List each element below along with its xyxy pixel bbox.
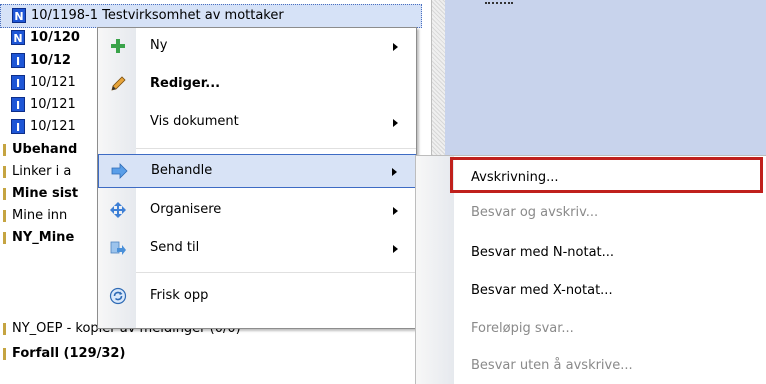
menu-item-label: Frisk opp	[150, 288, 209, 303]
list-row-text: 10/1198-1 Testvirksomhet av mottaker	[31, 8, 284, 23]
n-badge-icon: N	[12, 8, 26, 23]
menu-item-label: Ny	[150, 38, 168, 53]
add-plus-icon	[111, 39, 125, 53]
list-row-text: 10/121	[30, 119, 76, 134]
submenu-item-forelopig-svar[interactable]: Foreløpig svar...	[416, 312, 766, 346]
submenu-item-besvar-x-notat[interactable]: Besvar med X-notat...	[416, 274, 766, 308]
submenu-arrow-icon	[393, 119, 398, 127]
submenu-item-label: Besvar og avskriv...	[471, 205, 599, 220]
menu-item-send-til[interactable]: Send til	[98, 232, 416, 266]
submenu-item-label: Besvar med X-notat...	[471, 283, 613, 298]
folder-label: Mine sist	[12, 186, 79, 201]
list-row-selected[interactable]: N 10/1198-1 Testvirksomhet av mottaker	[0, 4, 422, 28]
menu-item-label: Vis dokument	[150, 114, 239, 129]
list-row-text: 10/120	[30, 30, 80, 45]
list-row-text: 10/121	[30, 97, 76, 112]
submenu-item-label: Foreløpig svar...	[471, 321, 574, 336]
splitter-bar[interactable]	[431, 0, 446, 155]
menu-separator	[136, 272, 416, 273]
menu-item-ny[interactable]: Ny	[98, 30, 416, 64]
submenu-arrow-icon	[393, 43, 398, 51]
submenu-item-label: Besvar med N-notat...	[471, 245, 615, 260]
folder-label: Ubehand	[12, 142, 78, 157]
submenu-arrow-icon	[393, 207, 398, 215]
submenu-item-besvar-n-notat[interactable]: Besvar med N-notat...	[416, 236, 766, 270]
pencil-icon	[111, 76, 126, 91]
preview-panel	[445, 0, 766, 155]
n-badge-icon: N	[11, 30, 25, 45]
process-arrow-icon	[111, 163, 128, 179]
context-menu: Ny Rediger... Vis dokument Behandle Orga…	[97, 27, 417, 329]
submenu-arrow-icon	[392, 168, 397, 176]
folder-label: Forfall (129/32)	[12, 346, 126, 361]
menu-item-organisere[interactable]: Organisere	[98, 194, 416, 228]
i-badge-icon: I	[11, 119, 25, 134]
menu-item-label: Organisere	[150, 202, 222, 217]
i-badge-icon: I	[11, 97, 25, 112]
folder-label: Mine inn	[12, 208, 68, 223]
i-badge-icon: I	[11, 75, 25, 90]
menu-item-vis-dokument[interactable]: Vis dokument	[98, 106, 416, 140]
menu-item-behandle[interactable]: Behandle	[98, 154, 416, 188]
i-badge-icon: I	[11, 53, 25, 68]
menu-item-label: Rediger...	[150, 76, 221, 91]
menu-item-label: Behandle	[151, 163, 213, 178]
submenu-item-besvar-og-avskriv[interactable]: Besvar og avskriv...	[416, 196, 766, 230]
refresh-icon	[109, 287, 127, 305]
list-row-text: 10/121	[30, 75, 76, 90]
folder-label: Linker i a	[12, 164, 72, 179]
menu-item-frisk-opp[interactable]: Frisk opp	[98, 280, 416, 314]
submenu-item-besvar-uten-avskrive[interactable]: Besvar uten å avskrive...	[416, 349, 766, 383]
annotation-highlight-box	[450, 157, 763, 193]
send-to-icon	[110, 241, 126, 255]
folder-label: NY_Mine	[12, 230, 75, 245]
dotted-mark	[485, 2, 513, 7]
submenu-item-label: Besvar uten å avskrive...	[471, 358, 633, 373]
menu-item-label: Send til	[150, 240, 200, 255]
list-row-text: 10/12	[30, 53, 71, 68]
menu-separator	[136, 148, 416, 149]
menu-item-rediger[interactable]: Rediger...	[98, 68, 416, 102]
move-arrows-icon	[110, 202, 126, 218]
submenu-arrow-icon	[393, 245, 398, 253]
